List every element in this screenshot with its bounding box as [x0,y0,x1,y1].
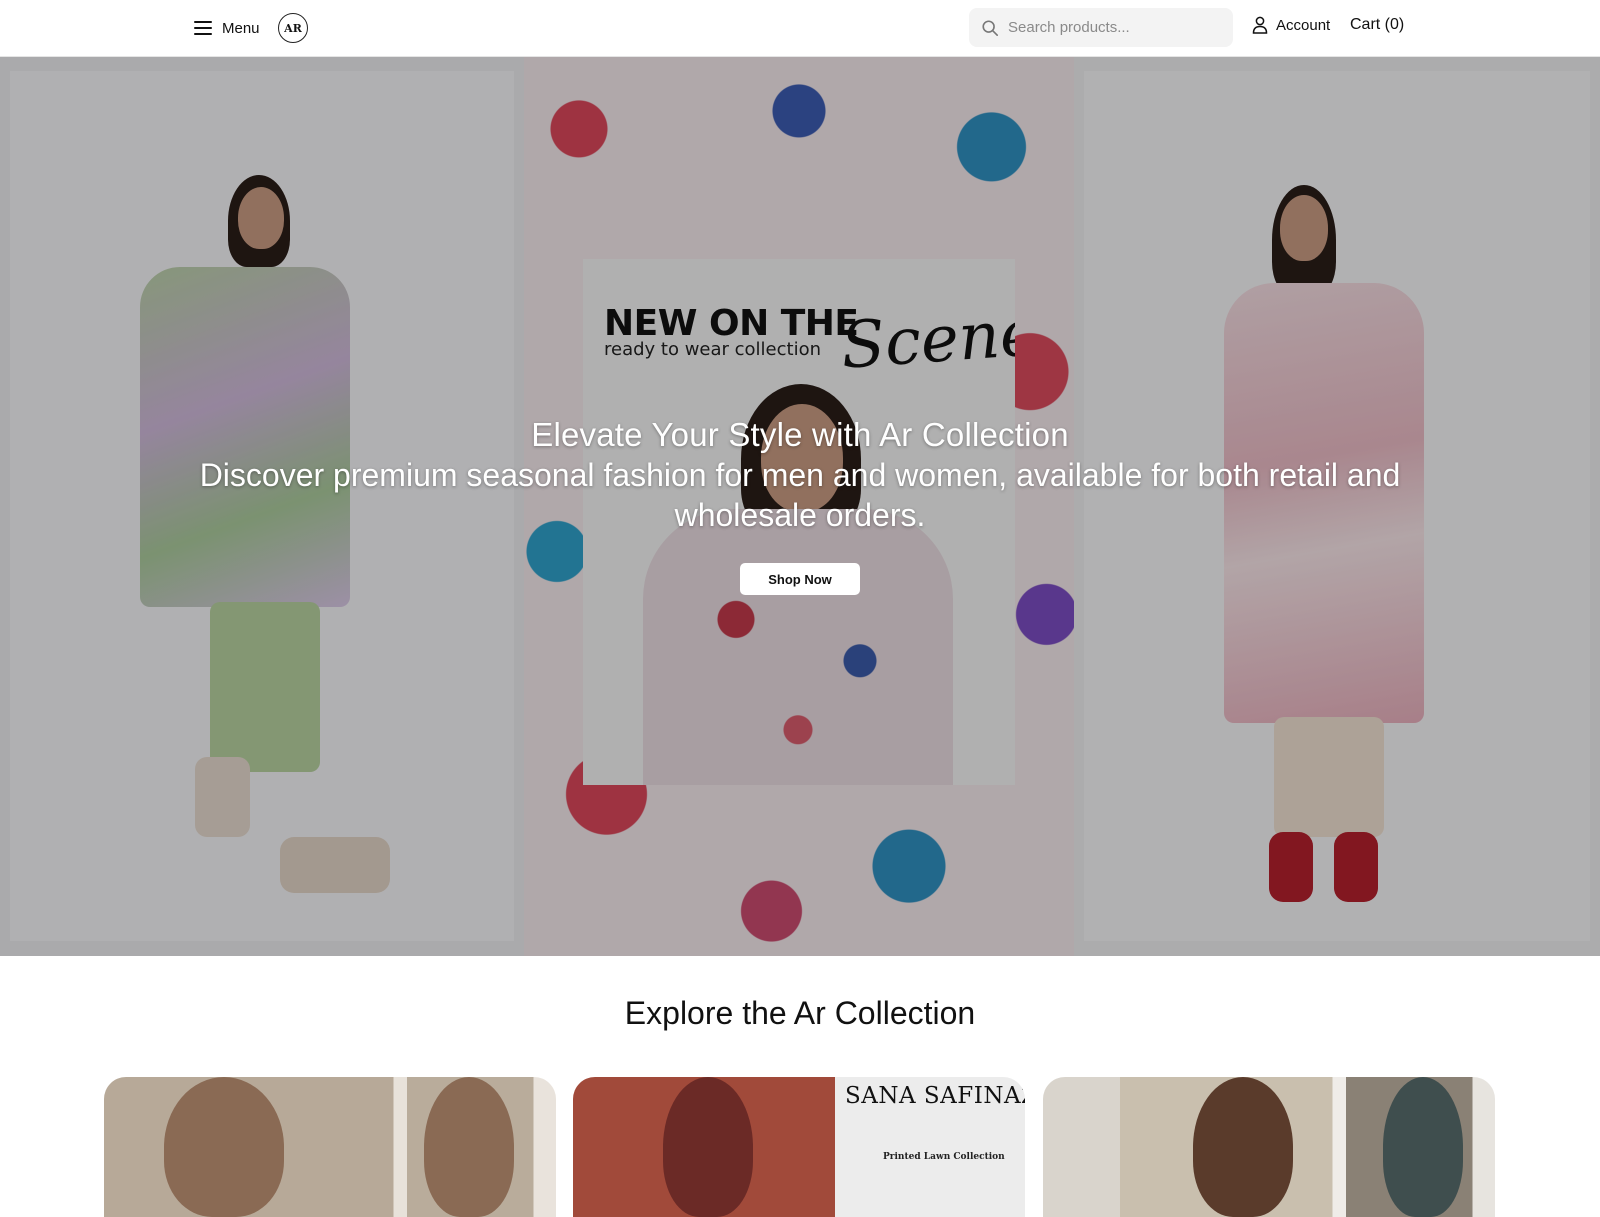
hero-banner: NEW ON THE ready to wear collection Scen… [0,57,1600,956]
menu-button[interactable]: Menu [194,16,260,40]
cart-link[interactable]: Cart (0) [1350,16,1404,34]
section-title: Explore the Ar Collection [624,995,976,1031]
account-label: Account [1276,16,1331,34]
hero-title: Elevate Your Style with Ar Collection [531,416,1069,453]
search-icon [982,19,999,36]
menu-label: Menu [222,19,260,37]
hamburger-icon [194,21,212,35]
logo-text: AR [284,21,302,35]
account-link[interactable]: Account [1252,16,1330,34]
collection-card[interactable] [104,1077,556,1217]
shop-now-button[interactable]: Shop Now [740,563,860,595]
card-brand: SANA SAFINAZ [845,1083,1025,1109]
collection-card[interactable] [1043,1077,1495,1217]
site-header: Menu AR Account Cart (0) [0,0,1600,57]
user-icon [1252,16,1268,34]
card-tag: Printed Lawn Collection [883,1152,1005,1162]
search-box [969,8,1233,47]
collection-card[interactable]: SANA SAFINAZ Printed Lawn Collection [573,1077,1025,1217]
search-input[interactable] [1008,19,1208,36]
site-logo[interactable]: AR [278,13,308,43]
hero-subtitle: Discover premium seasonal fashion for me… [199,457,1401,533]
